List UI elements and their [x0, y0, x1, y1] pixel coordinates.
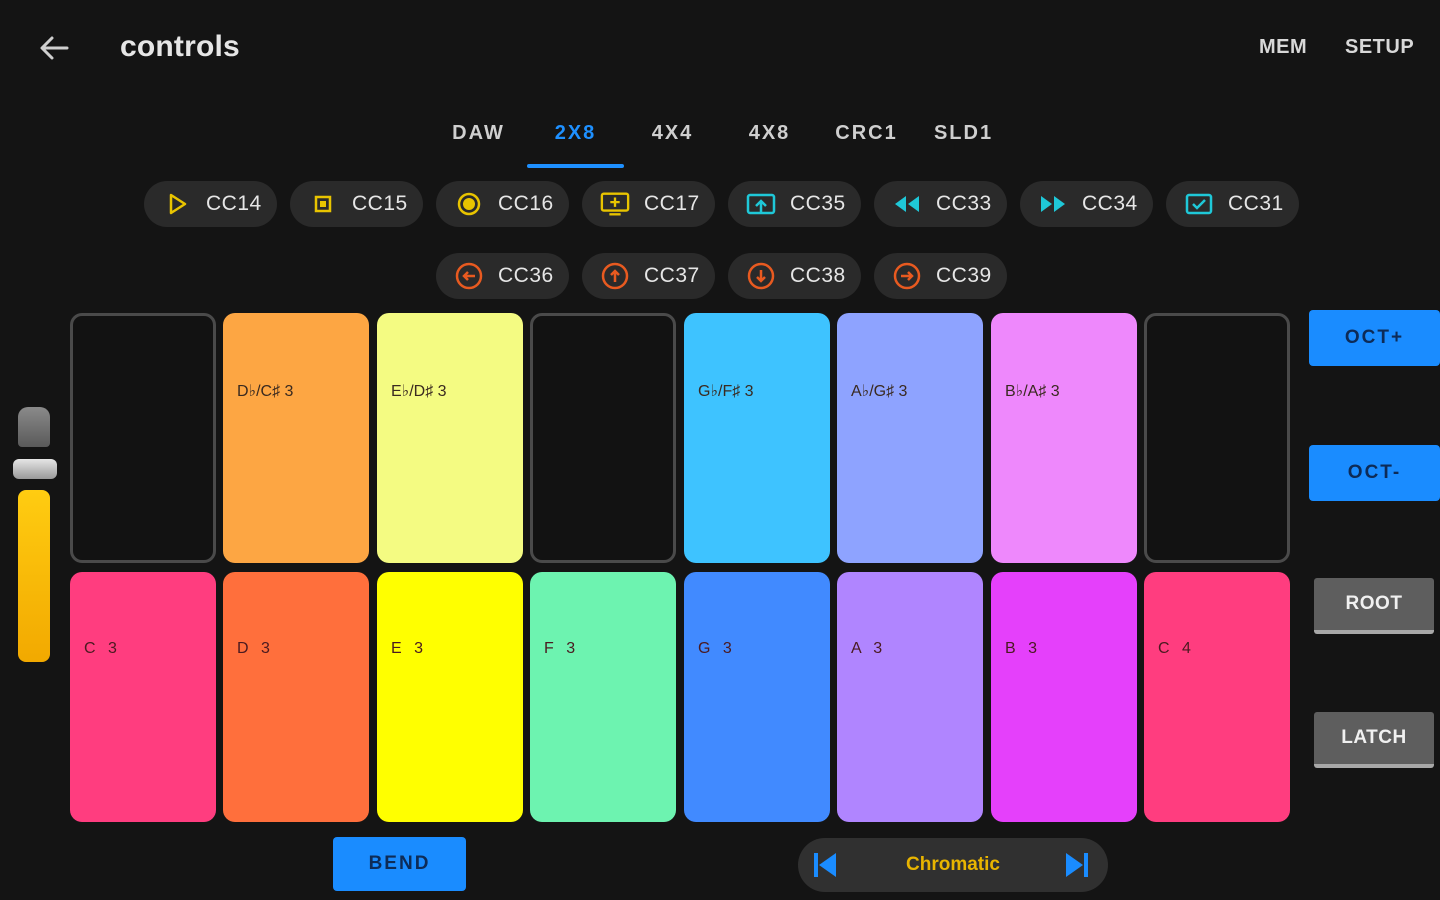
pad-top-3[interactable]: E♭/D♯ 3 [377, 313, 523, 563]
slider-thumb[interactable] [13, 459, 57, 479]
pad-bottom-5[interactable]: G 3 [684, 572, 830, 822]
cc17-chip[interactable]: CC17 [582, 181, 715, 227]
pad-top-6[interactable]: A♭/G♯ 3 [837, 313, 983, 563]
tab-4x4[interactable]: 4X4 [624, 108, 721, 170]
slider-track[interactable] [18, 490, 50, 662]
skip-next-icon[interactable] [1062, 850, 1092, 880]
pad-label: C 4 [1158, 640, 1195, 657]
pad-top-1[interactable] [70, 313, 216, 563]
tab-crc1[interactable]: CRC1 [818, 108, 915, 170]
cc-chips-row-1: CC14 CC15 CC16 CC17 CC35 CC33 CC34 CC31 [144, 181, 1299, 227]
fast-forward-icon [1038, 189, 1068, 219]
octave-up-button[interactable]: OCT+ [1309, 310, 1440, 366]
pad-label: C 3 [84, 640, 121, 657]
back-button[interactable] [34, 28, 74, 68]
pad-label: B 3 [1005, 640, 1042, 657]
pad-top-4[interactable] [530, 313, 676, 563]
cc15-chip[interactable]: CC15 [290, 181, 423, 227]
cc14-chip[interactable]: CC14 [144, 181, 277, 227]
scale-selector: Chromatic [798, 838, 1108, 892]
pad-label: G 3 [698, 640, 736, 657]
pad-top-5[interactable]: G♭/F♯ 3 [684, 313, 830, 563]
pad-bottom-8[interactable]: C 4 [1144, 572, 1290, 822]
arrow-right-circle-icon [892, 261, 922, 291]
record-icon [454, 189, 484, 219]
tab-daw[interactable]: DAW [430, 108, 527, 170]
cc-chips-row-2: CC36 CC37 CC38 CC39 [436, 253, 1007, 299]
cc34-chip[interactable]: CC34 [1020, 181, 1153, 227]
pad-bottom-7[interactable]: B 3 [991, 572, 1137, 822]
pad-label: A 3 [851, 640, 887, 657]
arrow-left-icon [40, 36, 69, 60]
root-button[interactable]: ROOT [1314, 578, 1434, 634]
pad-label: E♭/D♯ 3 [391, 383, 447, 400]
pad-label: E 3 [391, 640, 428, 657]
pad-label: G♭/F♯ 3 [698, 383, 754, 400]
layout-tabs: DAW 2X8 4X4 4X8 CRC1 SLD1 [430, 108, 1012, 170]
pad-bottom-1[interactable]: C 3 [70, 572, 216, 822]
pad-top-8[interactable] [1144, 313, 1290, 563]
pad-bottom-2[interactable]: D 3 [223, 572, 369, 822]
play-icon [162, 189, 192, 219]
chip-label: CC38 [790, 264, 846, 287]
pad-label: B♭/A♯ 3 [1005, 383, 1060, 400]
page-title: controls [120, 30, 240, 63]
cc37-chip[interactable]: CC37 [582, 253, 715, 299]
chip-label: CC15 [352, 192, 408, 215]
chip-label: CC36 [498, 264, 554, 287]
chip-label: CC17 [644, 192, 700, 215]
octave-down-button[interactable]: OCT- [1309, 445, 1440, 501]
pad-label: D♭/C♯ 3 [237, 383, 294, 400]
tab-4x8[interactable]: 4X8 [721, 108, 818, 170]
pad-label: D 3 [237, 640, 274, 657]
cc33-chip[interactable]: CC33 [874, 181, 1007, 227]
stop-icon [308, 189, 338, 219]
tab-sld1[interactable]: SLD1 [915, 108, 1012, 170]
pad-top-2[interactable]: D♭/C♯ 3 [223, 313, 369, 563]
cc31-chip[interactable]: CC31 [1166, 181, 1299, 227]
pad-label: F 3 [544, 640, 580, 657]
loop-icon [746, 189, 776, 219]
cc35-chip[interactable]: CC35 [728, 181, 861, 227]
pad-bottom-6[interactable]: A 3 [837, 572, 983, 822]
cc36-chip[interactable]: CC36 [436, 253, 569, 299]
slider-cap[interactable] [18, 407, 50, 447]
rewind-icon [892, 189, 922, 219]
cc38-chip[interactable]: CC38 [728, 253, 861, 299]
pad-top-7[interactable]: B♭/A♯ 3 [991, 313, 1137, 563]
chip-label: CC14 [206, 192, 262, 215]
chip-label: CC16 [498, 192, 554, 215]
mem-button[interactable]: MEM [1259, 36, 1307, 59]
cc16-chip[interactable]: CC16 [436, 181, 569, 227]
arrow-down-circle-icon [746, 261, 776, 291]
arrow-left-circle-icon [454, 261, 484, 291]
add-marker-icon [600, 189, 630, 219]
chip-label: CC34 [1082, 192, 1138, 215]
chip-label: CC39 [936, 264, 992, 287]
latch-button[interactable]: LATCH [1314, 712, 1434, 768]
pad-bottom-4[interactable]: F 3 [530, 572, 676, 822]
chip-label: CC31 [1228, 192, 1284, 215]
cc39-chip[interactable]: CC39 [874, 253, 1007, 299]
chip-label: CC33 [936, 192, 992, 215]
pad-bottom-3[interactable]: E 3 [377, 572, 523, 822]
chip-label: CC37 [644, 264, 700, 287]
bend-button[interactable]: BEND [333, 837, 466, 891]
arrow-up-circle-icon [600, 261, 630, 291]
checkbox-icon [1184, 189, 1214, 219]
chip-label: CC35 [790, 192, 846, 215]
tab-2x8[interactable]: 2X8 [527, 108, 624, 170]
setup-button[interactable]: SETUP [1345, 36, 1414, 59]
pad-label: A♭/G♯ 3 [851, 383, 908, 400]
